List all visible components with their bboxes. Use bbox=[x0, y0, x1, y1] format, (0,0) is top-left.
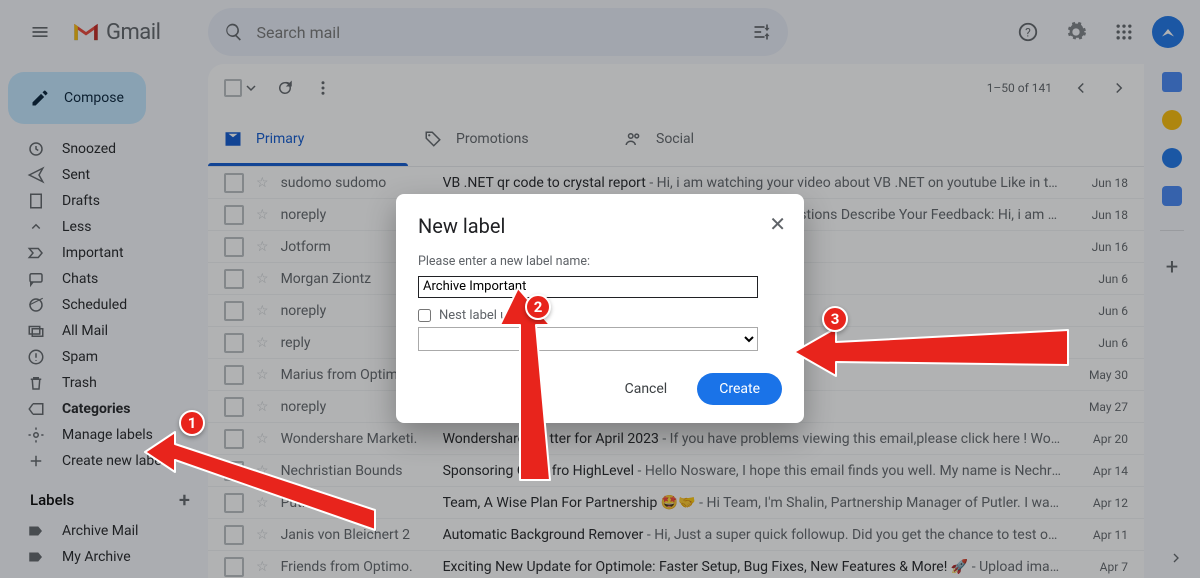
dialog-close-button[interactable]: ✕ bbox=[769, 212, 786, 236]
annotation-1: 1 bbox=[179, 410, 205, 436]
nest-under-row: Nest label under: bbox=[418, 308, 782, 323]
nest-checkbox[interactable] bbox=[418, 309, 431, 322]
create-button[interactable]: Create bbox=[697, 373, 782, 405]
label-name-prompt: Please enter a new label name: bbox=[418, 254, 782, 269]
cancel-button[interactable]: Cancel bbox=[603, 373, 690, 405]
annotation-arrow-1 bbox=[135, 420, 395, 550]
annotation-3: 3 bbox=[822, 306, 848, 332]
new-label-dialog: New label ✕ Please enter a new label nam… bbox=[396, 194, 804, 423]
dialog-title: New label bbox=[418, 214, 782, 238]
annotation-2: 2 bbox=[525, 294, 551, 320]
